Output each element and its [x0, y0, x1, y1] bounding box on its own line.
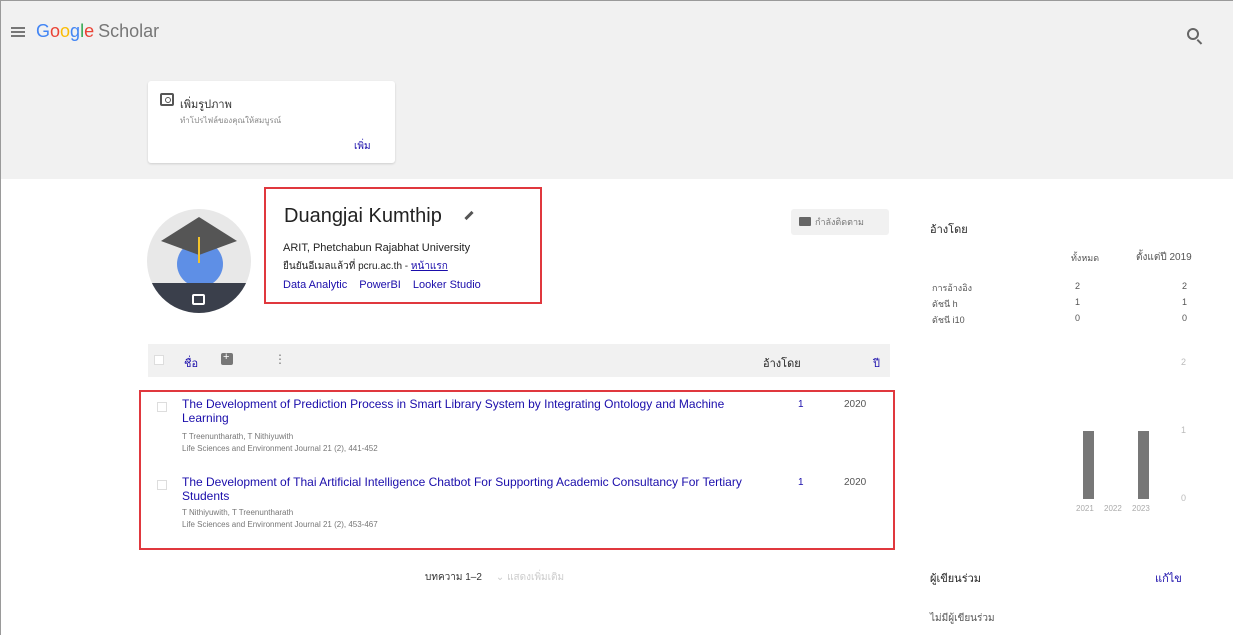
chart-y-tick: 0 — [1181, 493, 1187, 503]
article-journal: Life Sciences and Environment Journal 21… — [182, 520, 378, 529]
stats-col-since: ตั้งแต่ปี 2019 — [1136, 252, 1192, 263]
article-year: 2020 — [844, 477, 867, 488]
chart-bar-2021[interactable] — [1083, 431, 1094, 499]
profile-name: Duangjai Kumthip — [284, 205, 442, 227]
logo-letter: o — [50, 21, 61, 41]
stats-value-since: 1 — [1182, 297, 1188, 307]
articles-table-header: ชื่อ ⋮ อ้างโดย ปี — [148, 344, 890, 377]
stats-label: ดัชนี i10 — [932, 315, 965, 325]
google-scholar-logo[interactable]: Google Scholar — [36, 21, 159, 42]
interest-link[interactable]: PowerBI — [359, 279, 401, 291]
show-more-button[interactable]: ⌄ แสดงเพิ่มเติม — [496, 572, 564, 583]
menu-icon[interactable] — [11, 27, 25, 37]
add-article-icon[interactable] — [221, 351, 233, 365]
article-checkbox[interactable] — [157, 402, 167, 412]
edit-coauthors-link[interactable]: แก้ไข — [1155, 569, 1182, 587]
stats-label: การอ้างอิง — [932, 283, 972, 293]
logo-letter: G — [36, 21, 51, 41]
pagination: บทความ 1–2 ⌄ แสดงเพิ่มเติม — [425, 570, 564, 585]
logo-letter: e — [84, 21, 95, 41]
cited-by-title: อ้างโดย — [930, 224, 968, 236]
select-all-checkbox[interactable] — [154, 355, 164, 365]
sort-by-year[interactable]: ปี — [873, 354, 880, 372]
add-photo-title: เพิ่มรูปภาพ — [180, 99, 232, 111]
follow-label: กำลังติดตาม — [815, 217, 864, 227]
stats-value-since: 2 — [1182, 281, 1188, 291]
show-more-label: แสดงเพิ่มเติม — [507, 572, 565, 583]
coauthors-title: ผู้เขียนร่วม — [930, 573, 982, 585]
research-interests: Data Analytic PowerBI Looker Studio — [283, 279, 490, 291]
article-checkbox[interactable] — [157, 480, 167, 490]
chart-y-tick: 2 — [1181, 357, 1187, 367]
chart-y-tick: 1 — [1181, 425, 1187, 435]
add-photo-button[interactable]: เพิ่ม — [354, 139, 371, 154]
no-coauthors-text: ไม่มีผู้เขียนร่วม — [930, 613, 995, 624]
profile-affiliation: ARIT, Phetchabun Rajabhat University — [283, 242, 471, 254]
sort-by-title[interactable]: ชื่อ — [184, 354, 198, 372]
more-options-icon[interactable]: ⋮ — [274, 352, 286, 366]
homepage-link[interactable]: หน้าแรก — [411, 261, 448, 272]
add-photo-icon — [160, 93, 174, 106]
camera-icon[interactable] — [192, 294, 205, 305]
scholar-profile-page: Google Scholar เพิ่มรูปภาพ ทำโปรไฟล์ของคุ… — [0, 0, 1233, 635]
pagination-range: บทความ 1–2 — [425, 572, 482, 583]
cap-tassel — [198, 237, 200, 263]
add-photo-card: เพิ่มรูปภาพ ทำโปรไฟล์ของคุณให้สมบูรณ์ เพ… — [148, 81, 395, 163]
stats-col-all: ทั้งหมด — [1071, 253, 1100, 263]
article-title[interactable]: The Development of Prediction Process in… — [182, 397, 742, 425]
stats-value-all: 1 — [1075, 297, 1081, 307]
interest-link[interactable]: Data Analytic — [283, 279, 347, 291]
article-cited-count[interactable]: 1 — [798, 477, 804, 488]
stats-value-all: 2 — [1075, 281, 1081, 291]
chart-x-label: 2023 — [1132, 504, 1150, 513]
article-journal: Life Sciences and Environment Journal 21… — [182, 444, 378, 453]
sort-by-cited[interactable]: อ้างโดย — [763, 354, 801, 372]
article-year: 2020 — [844, 399, 867, 410]
logo-suffix: Scholar — [98, 21, 160, 41]
chart-bar-2023[interactable] — [1138, 431, 1149, 499]
logo-letter: o — [60, 21, 71, 41]
verified-email-text: ยืนยันอีเมลแล้วที่ pcru.ac.th - — [283, 261, 411, 272]
article-title[interactable]: The Development of Thai Artificial Intel… — [182, 475, 742, 503]
mail-icon — [799, 217, 811, 226]
avatar[interactable] — [147, 209, 251, 313]
article-cited-count[interactable]: 1 — [798, 399, 804, 410]
article-authors: T Treenuntharath, T Nithiyuwith — [182, 432, 294, 441]
add-photo-subtitle: ทำโปรไฟล์ของคุณให้สมบูรณ์ — [180, 116, 282, 125]
stats-value-all: 0 — [1075, 313, 1081, 323]
chart-x-label: 2022 — [1104, 504, 1122, 513]
interest-link[interactable]: Looker Studio — [413, 279, 481, 291]
verified-email: ยืนยันอีเมลแล้วที่ pcru.ac.th - หน้าแรก — [283, 259, 448, 274]
search-icon[interactable] — [1187, 28, 1199, 40]
top-bar: Google Scholar — [1, 1, 1233, 63]
logo-letter: g — [70, 21, 81, 41]
stats-value-since: 0 — [1182, 313, 1188, 323]
article-authors: T Nithiyuwith, T Treenuntharath — [182, 508, 294, 517]
follow-button[interactable]: กำลังติดตาม — [791, 209, 889, 235]
chart-x-label: 2021 — [1076, 504, 1094, 513]
stats-label: ดัชนี h — [932, 299, 958, 309]
